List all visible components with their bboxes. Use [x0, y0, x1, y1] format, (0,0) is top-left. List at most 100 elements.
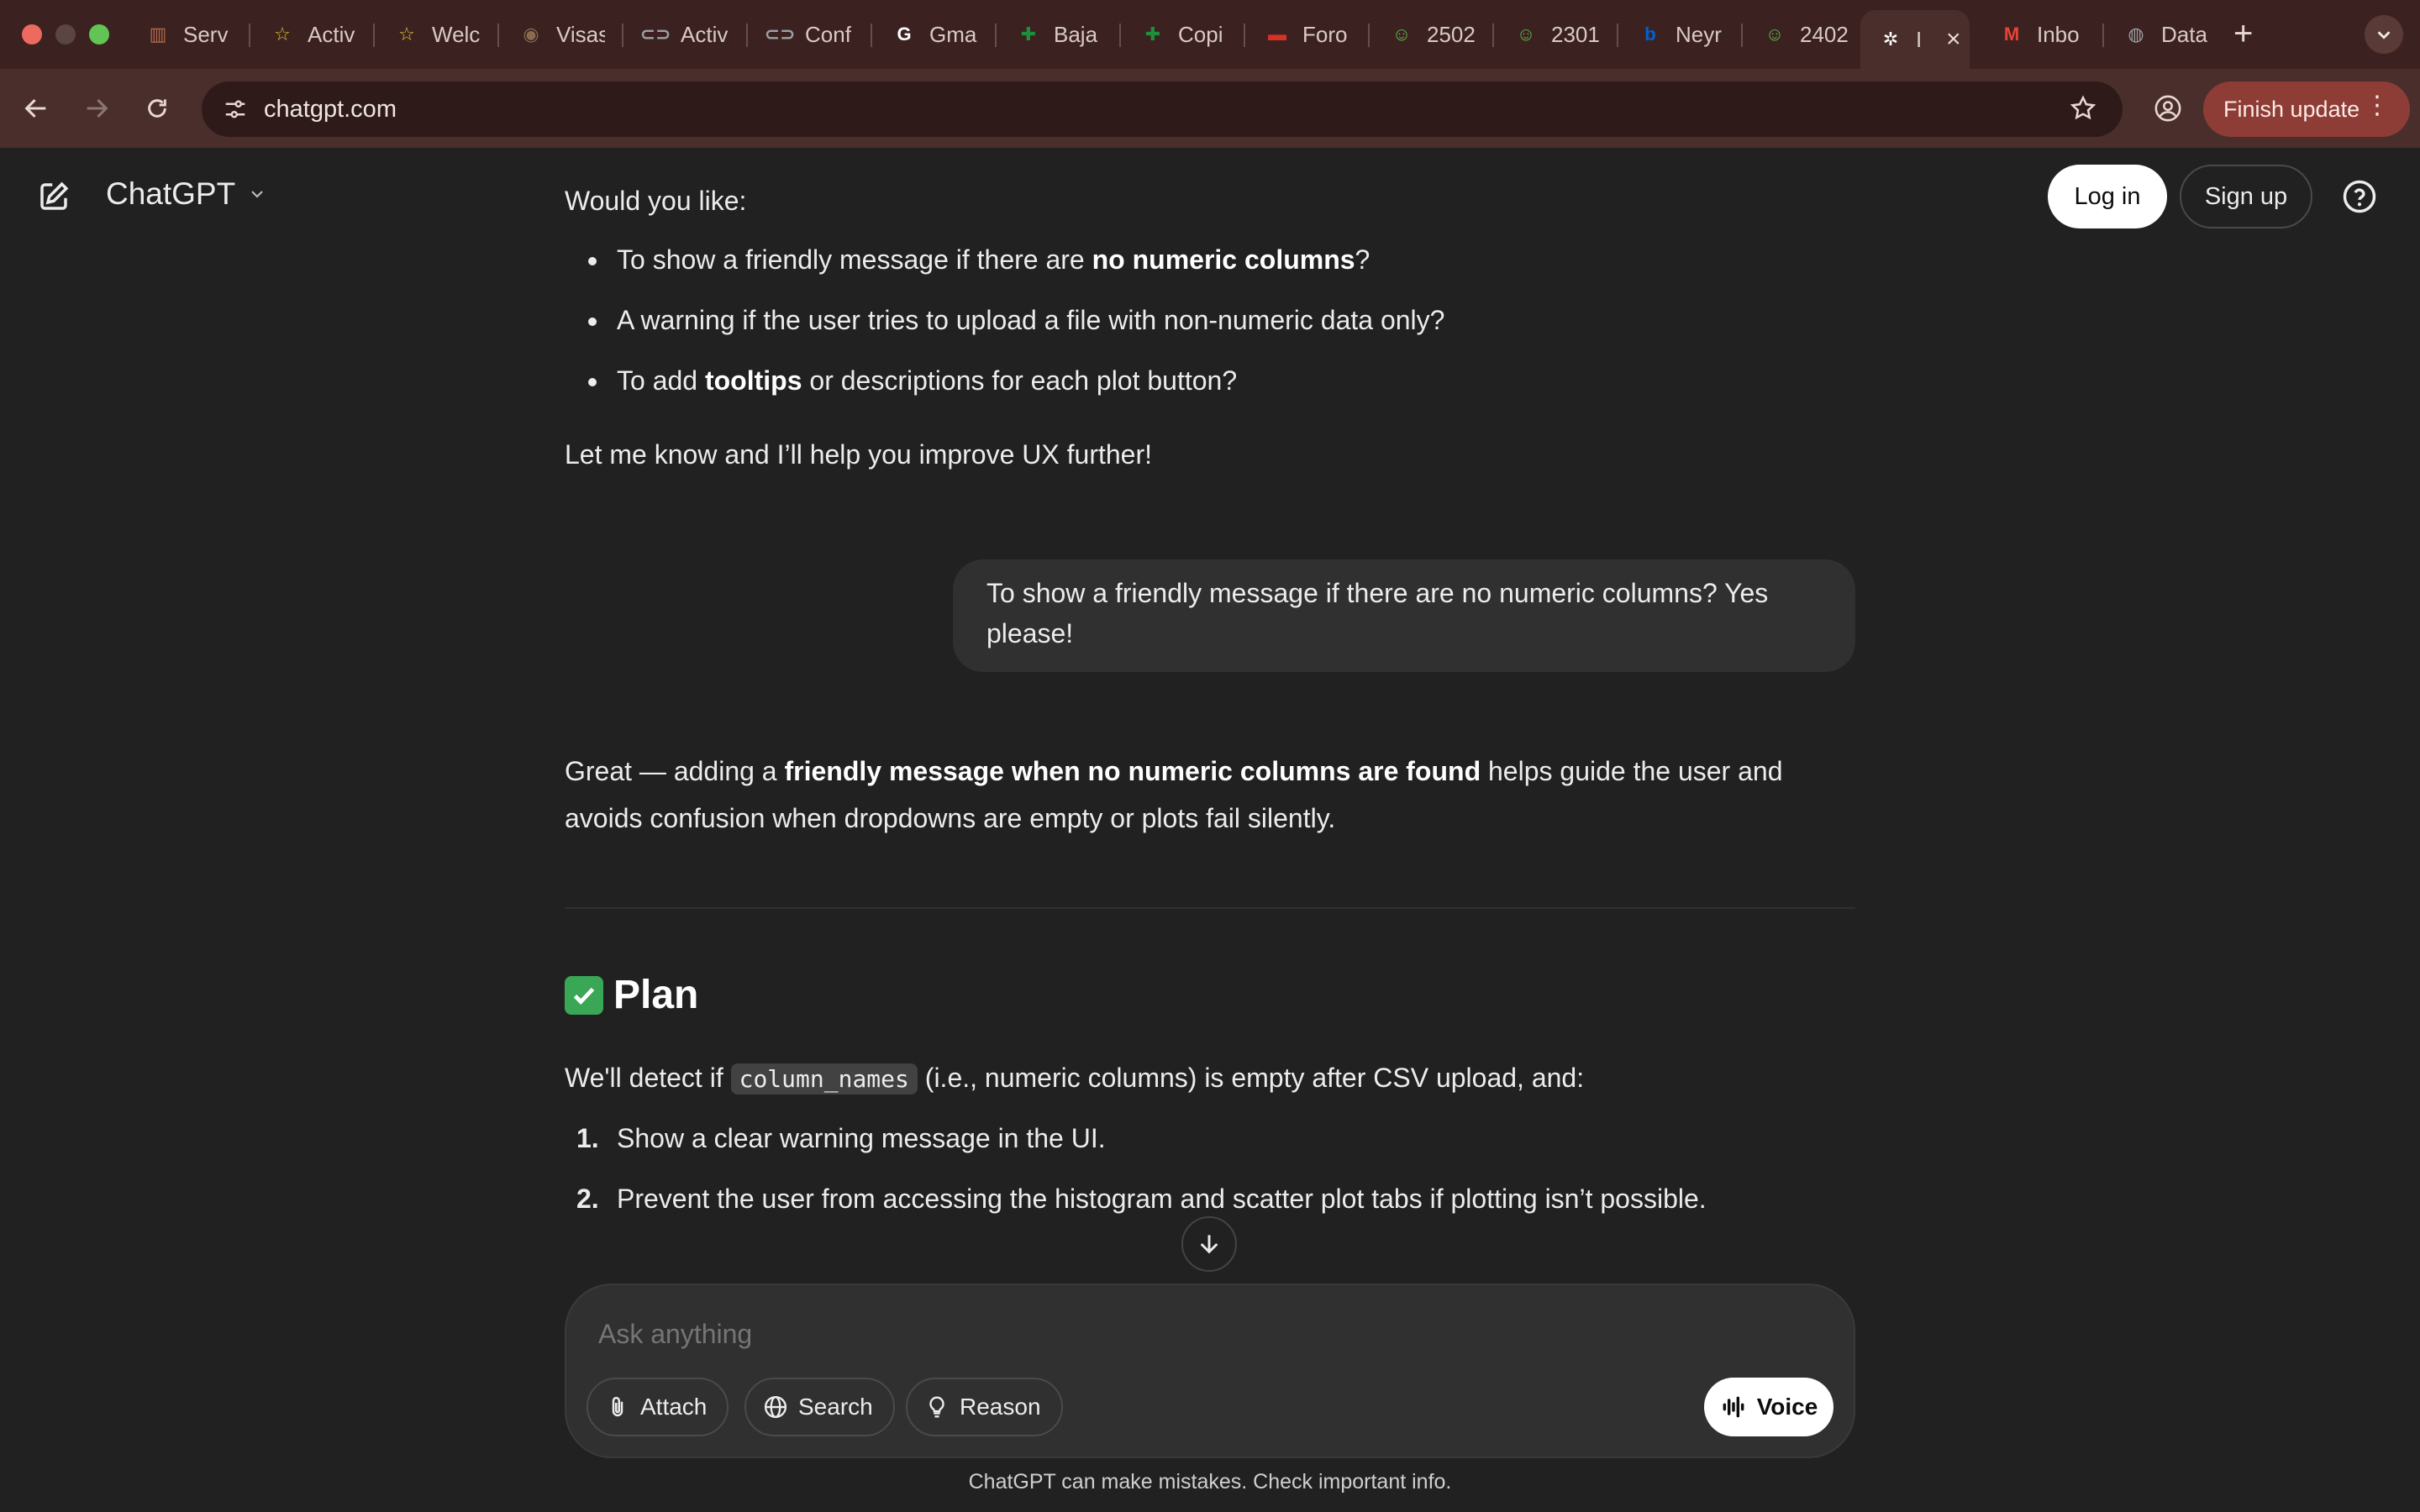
- inline-code: column_names: [730, 1063, 918, 1095]
- plan-heading-text: Plan: [613, 973, 699, 1017]
- tab-title: Visas: [556, 21, 605, 47]
- tab-title: Gma: [929, 21, 977, 47]
- back-button[interactable]: [17, 89, 55, 128]
- bullet-dot: [588, 257, 597, 265]
- browser-tab[interactable]: M Inbo: [1981, 10, 2101, 59]
- chevron-down-icon: [251, 191, 263, 198]
- search-button[interactable]: Search: [744, 1378, 895, 1436]
- assistant-reply: Great — adding a friendly message when n…: [565, 756, 1783, 833]
- close-tab-icon[interactable]: ×: [1946, 25, 1961, 54]
- tab-title: Activ: [308, 21, 355, 47]
- paperclip-icon: [612, 1396, 623, 1417]
- seal-icon: ◉: [523, 24, 539, 45]
- list-item: Show a clear warning message in the UI.: [617, 1123, 1106, 1153]
- voice-waveform-icon: [1723, 1396, 1744, 1418]
- gmail-icon: M: [2003, 24, 2020, 45]
- tab-separator: [1492, 24, 1494, 47]
- search-label: Search: [798, 1394, 873, 1420]
- plan-description: We'll detect if column_names (i.e., nume…: [565, 1063, 1585, 1095]
- tab-separator: [249, 24, 250, 47]
- globe-icon: [764, 1395, 787, 1419]
- tab-separator: [1119, 24, 1121, 47]
- new-tab-button[interactable]: +: [2233, 15, 2253, 53]
- bookmark-star-icon[interactable]: [2069, 94, 2097, 127]
- tab-separator: [1617, 24, 1618, 47]
- voice-button[interactable]: Voice: [1704, 1378, 1833, 1436]
- tab-separator: [497, 24, 499, 47]
- tab-search-button[interactable]: [2365, 15, 2403, 54]
- browser-tab[interactable]: b Neyr: [1620, 10, 1739, 59]
- model-selector[interactable]: ChatGPT: [106, 176, 267, 212]
- tab-title: 2301: [1551, 21, 1600, 47]
- user-message-bubble: To show a friendly message if there are …: [953, 559, 1855, 672]
- browser-tab[interactable]: ☺ 2402: [1744, 10, 1864, 59]
- browser-tab[interactable]: ✲ I ×: [1860, 10, 1970, 69]
- profile-icon: [2154, 95, 2181, 122]
- tab-separator: [746, 24, 748, 47]
- browser-tab-strip: ▥ Serv ☆ Activ ☆ Welc ◉ Visas ⊂⊃ Activ ⊂⊃ Conf G Gma ✚…: [0, 0, 2420, 69]
- arrow-left-icon: [24, 98, 46, 118]
- address-bar[interactable]: chatgpt.com: [202, 81, 2123, 137]
- assistant-intro: Would you like:: [565, 186, 747, 216]
- glassdoor-icon: ⊂⊃: [639, 24, 671, 45]
- browser-tab[interactable]: ◉ Visas: [501, 10, 620, 59]
- list-item: To add tooltips or descriptions for each…: [617, 365, 1238, 396]
- tab-title: Welc: [432, 21, 481, 47]
- browser-tab[interactable]: ✚ Copi: [1123, 10, 1242, 59]
- google-icon: G: [897, 24, 912, 45]
- minimize-window-button[interactable]: [55, 24, 76, 45]
- new-chat-button[interactable]: [32, 175, 76, 218]
- more-vertical-icon: ⋮: [2365, 92, 2390, 119]
- attach-label: Attach: [640, 1394, 708, 1420]
- tab-title: Activ: [681, 21, 729, 47]
- globe-icon: ◍: [2128, 24, 2144, 45]
- url-text[interactable]: chatgpt.com: [264, 96, 397, 123]
- tab-title: 2502: [1427, 21, 1476, 47]
- tab-title: Conf: [805, 21, 851, 47]
- lightbulb-icon: [929, 1396, 944, 1418]
- message-input[interactable]: [598, 1319, 1775, 1350]
- reload-icon: [148, 99, 166, 118]
- reason-label: Reason: [960, 1394, 1041, 1420]
- browser-tab[interactable]: ☆ Activ: [252, 10, 371, 59]
- tab-title: Inbo: [2037, 21, 2080, 47]
- finish-update-button[interactable]: Finish update ⋮: [2203, 81, 2410, 137]
- browser-tab[interactable]: ◍ Data: [2106, 10, 2225, 59]
- tab-separator: [622, 24, 623, 47]
- browser-tab[interactable]: ☺ 2301: [1496, 10, 1615, 59]
- reload-button[interactable]: [138, 89, 176, 128]
- browser-tab[interactable]: ⊂⊃ Activ: [625, 10, 744, 59]
- browser-toolbar: chatgpt.com Finish update ⋮: [0, 69, 2420, 148]
- bullet-dot: [588, 318, 597, 326]
- tab-title: I: [1916, 26, 1923, 52]
- attach-button[interactable]: Attach: [587, 1378, 729, 1436]
- close-window-button[interactable]: [22, 24, 42, 45]
- browser-tab[interactable]: ☆ Welc: [376, 10, 496, 59]
- browser-tab[interactable]: ☺ 2502: [1371, 10, 1491, 59]
- tab-title: Copi: [1178, 21, 1223, 47]
- browser-tab[interactable]: ▬ Foro: [1247, 10, 1366, 59]
- sheets-icon: ✚: [1144, 24, 1161, 45]
- browser-tab[interactable]: ✚ Baja: [998, 10, 1118, 59]
- scroll-to-bottom-button[interactable]: [1181, 1216, 1237, 1272]
- voice-label: Voice: [1756, 1394, 1818, 1420]
- login-button[interactable]: Log in: [2048, 165, 2167, 228]
- tab-separator: [1244, 24, 1245, 47]
- edit-icon: [40, 181, 69, 210]
- browser-tab[interactable]: G Gma: [874, 10, 993, 59]
- profile-button[interactable]: [2148, 88, 2188, 129]
- chevron-down-icon: [2377, 31, 2391, 39]
- finish-update-label: Finish update: [2223, 96, 2360, 122]
- tab-separator: [995, 24, 997, 47]
- servicenow-icon: ▥: [149, 24, 167, 45]
- help-icon[interactable]: [2339, 176, 2380, 217]
- browser-tab[interactable]: ⊂⊃ Conf: [750, 10, 869, 59]
- reason-button[interactable]: Reason: [906, 1378, 1063, 1436]
- maximize-window-button[interactable]: [89, 24, 109, 45]
- browser-tab[interactable]: ▥ Serv: [128, 10, 247, 59]
- signup-button[interactable]: Sign up: [2180, 165, 2312, 228]
- tab-separator: [871, 24, 872, 47]
- site-info-icon[interactable]: [218, 92, 252, 126]
- forward-button[interactable]: [77, 89, 116, 128]
- list-number: 2.: [576, 1184, 599, 1214]
